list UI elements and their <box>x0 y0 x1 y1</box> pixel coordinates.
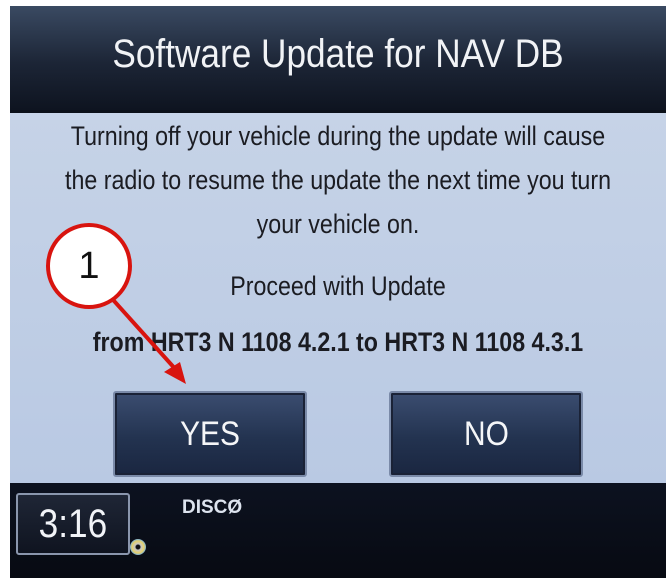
no-button[interactable]: NO <box>389 391 583 477</box>
message-line-3: your vehicle on. <box>256 209 420 239</box>
message-line-1: Turning off your vehicle during the upda… <box>70 121 606 151</box>
no-button-label: NO <box>463 414 509 453</box>
status-bar: 3:16 DISCØ <box>10 483 666 578</box>
proceed-prompt: Proceed with Update <box>230 271 446 301</box>
dialog-title: Software Update for NAV DB <box>112 32 564 76</box>
yes-button[interactable]: YES <box>113 391 307 477</box>
yes-button-label: YES <box>180 414 240 453</box>
disc-icon <box>130 539 146 555</box>
clock-display[interactable]: 3:16 <box>16 493 130 555</box>
message-line-2: the radio to resume the update the next … <box>64 165 611 195</box>
audio-source-label: DISCØ <box>182 497 243 518</box>
title-bar: Software Update for NAV DB <box>10 6 666 113</box>
version-line: from HRT3 N 1108 4.2.1 to HRT3 N 1108 4.… <box>92 327 584 357</box>
callout-badge: 1 <box>46 223 132 309</box>
clock-time: 3:16 <box>38 501 108 546</box>
